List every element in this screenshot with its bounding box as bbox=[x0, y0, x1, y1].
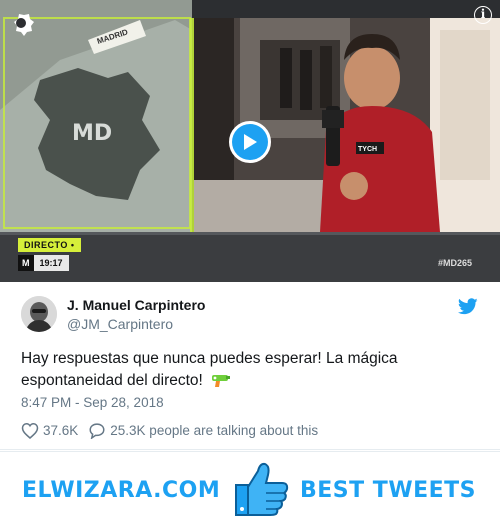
speech-bubble-icon[interactable] bbox=[88, 422, 106, 439]
broadcast-time: 19:17 bbox=[33, 255, 69, 271]
info-icon[interactable]: i bbox=[474, 6, 492, 24]
twitter-bird-icon[interactable] bbox=[458, 298, 478, 315]
promo-banner: ELWIZARA.COM BEST TWEETS bbox=[0, 451, 500, 525]
engagement-bar: 37.6K 25.3K people are talking about thi… bbox=[21, 422, 318, 439]
thumbs-up-icon bbox=[235, 462, 289, 516]
heart-icon[interactable] bbox=[21, 422, 39, 439]
water-pistol-icon bbox=[212, 375, 231, 387]
broadcast-hashtag: #MD265 bbox=[437, 258, 472, 268]
play-button[interactable] bbox=[229, 121, 271, 163]
broadcast-clock: M 19:17 bbox=[18, 255, 69, 271]
like-count[interactable]: 37.6K bbox=[43, 423, 78, 438]
author-handle[interactable]: @JM_Carpintero bbox=[67, 316, 173, 332]
live-badge: DIRECTO • bbox=[18, 238, 81, 252]
talking-count[interactable]: 25.3K people are talking about this bbox=[110, 423, 318, 438]
svg-text:TYCH: TYCH bbox=[358, 146, 377, 153]
tweet-text: Hay respuestas que nunca puedes esperar!… bbox=[21, 348, 471, 392]
best-tweets-label: BEST TWEETS bbox=[300, 478, 476, 503]
site-name[interactable]: ELWIZARA.COM bbox=[22, 478, 220, 503]
play-icon bbox=[244, 134, 257, 150]
md-logo: MD bbox=[72, 121, 112, 146]
channel-logo: M bbox=[18, 255, 34, 271]
author-name[interactable]: J. Manuel Carpintero bbox=[67, 297, 205, 313]
tweet-body: Hay respuestas que nunca puedes esperar!… bbox=[21, 350, 398, 389]
gear-icon[interactable] bbox=[6, 8, 36, 38]
tweet-timestamp[interactable]: 8:47 PM - Sep 28, 2018 bbox=[21, 395, 164, 410]
video-player[interactable]: MADRID MD TYCH i DIRECTO • M 19:17 #MD26… bbox=[0, 0, 500, 282]
tweet-card[interactable]: J. Manuel Carpintero @JM_Carpintero Hay … bbox=[0, 282, 500, 450]
avatar[interactable] bbox=[21, 296, 57, 332]
